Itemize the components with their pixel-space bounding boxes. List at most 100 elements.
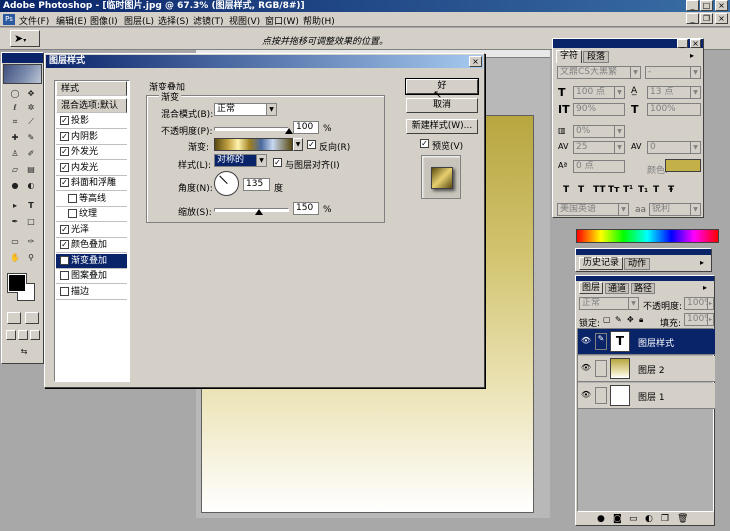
history-brush-icon[interactable]: ✐ <box>26 149 36 159</box>
zoom-tool-icon[interactable]: ⚲ <box>26 253 36 263</box>
panel-menu-icon[interactable]: ▸ <box>690 51 694 60</box>
style-item-4[interactable]: ✓ 斜面和浮雕 <box>56 176 127 191</box>
layer-style-icon[interactable]: ● <box>597 514 605 524</box>
scale-slider[interactable] <box>214 206 289 215</box>
delete-layer-icon[interactable]: 🗑︎ <box>677 514 688 524</box>
doc-restore-button[interactable]: ❐ <box>700 13 713 24</box>
doc-close-button[interactable]: × <box>715 13 728 24</box>
blend-options-item[interactable]: 混合选项:默认 <box>56 98 127 113</box>
opacity-slider-thumb[interactable] <box>285 128 293 134</box>
format-button-2[interactable]: TT <box>593 185 606 195</box>
layer-set-icon[interactable]: ▭ <box>629 514 638 524</box>
menu-filter[interactable]: 滤镜(T) <box>193 14 224 27</box>
layer-row[interactable]: 👁︎ ✎ T 图层样式 <box>578 329 715 355</box>
eyedropper-icon[interactable]: ✑ <box>26 237 36 247</box>
lasso-tool-icon[interactable]: ℓ <box>10 103 20 113</box>
move-tool-icon[interactable]: ✥ <box>26 89 36 99</box>
menu-edit[interactable]: 编辑(E) <box>56 14 87 27</box>
format-button-5[interactable]: T₁ <box>638 185 648 195</box>
check-icon[interactable]: ✓ <box>60 224 69 234</box>
healing-brush-icon[interactable]: ✚ <box>10 133 20 143</box>
toolbox-logo[interactable] <box>3 64 42 84</box>
char-panel-close[interactable]: × <box>690 39 701 48</box>
check-icon[interactable]: ✓ <box>60 255 69 265</box>
hand-tool-icon[interactable]: ✋ <box>10 253 20 263</box>
style-item-3[interactable]: ✓ 内发光 <box>56 161 127 176</box>
layer-fill-input[interactable]: 100% ▸ <box>684 313 714 326</box>
lock-position-icon[interactable]: ✥ <box>627 315 634 324</box>
app-minimize-button[interactable]: _ <box>686 0 699 11</box>
screen-mode-1-button[interactable] <box>6 330 16 340</box>
check-icon[interactable]: ✓ <box>60 116 69 125</box>
style-item-6[interactable]: 纹理 <box>56 207 127 222</box>
scale-slider-thumb[interactable] <box>255 209 263 215</box>
screen-mode-2-button[interactable] <box>18 330 28 340</box>
lock-image-icon[interactable]: ✎ <box>615 315 622 324</box>
blur-tool-icon[interactable]: ● <box>10 181 20 191</box>
brush-tool-icon[interactable]: ✎ <box>26 133 36 143</box>
gradient-picker-button[interactable]: ▼ <box>293 138 303 151</box>
format-button-6[interactable]: T <box>653 185 659 195</box>
tsume-select[interactable]: 0% ▼ <box>573 125 625 138</box>
preview-checkbox[interactable]: ✓ <box>420 139 429 149</box>
style-item-9[interactable]: ✓ 渐变叠加 <box>56 253 127 269</box>
menu-image[interactable]: 图像(I) <box>90 14 118 27</box>
gradient-preview[interactable] <box>214 138 293 151</box>
kerning-select[interactable]: 0 ▼ <box>647 141 701 154</box>
format-button-3[interactable]: Tт <box>608 185 619 195</box>
tab-actions[interactable]: 动作 <box>624 258 650 270</box>
tab-paths[interactable]: 路径 <box>631 283 655 294</box>
tab-paragraph[interactable]: 段落 <box>583 51 609 63</box>
shape-tool-icon[interactable]: □ <box>26 217 36 227</box>
angle-input[interactable]: 135 <box>243 178 270 191</box>
gradient-style-select[interactable]: 对称的 ▼ <box>214 154 267 167</box>
angle-dial[interactable] <box>214 171 239 196</box>
anti-alias-select[interactable]: 锐利 ▼ <box>649 203 701 216</box>
stamp-tool-icon[interactable]: ♙ <box>10 149 20 159</box>
gradient-tool-icon[interactable]: ▤ <box>26 165 36 175</box>
tab-character[interactable]: 字符 <box>556 50 582 63</box>
cancel-button[interactable]: 取消 <box>406 98 478 113</box>
menu-select[interactable]: 选择(S) <box>158 14 189 27</box>
ps-menu-icon[interactable]: Ps <box>3 14 15 25</box>
style-item-11[interactable]: 描边 <box>56 285 127 300</box>
slice-tool-icon[interactable]: ⟋ <box>26 117 36 127</box>
opacity-slider[interactable] <box>214 125 293 134</box>
layer-blend-select[interactable]: 正常 ▼ <box>579 297 639 310</box>
font-family-select[interactable]: 文鼎CS大黑繁 ▼ <box>557 66 641 79</box>
magic-wand-icon[interactable]: ✲ <box>26 103 36 113</box>
app-maximize-button[interactable]: □ <box>700 0 713 11</box>
opacity-input[interactable]: 100 <box>293 121 319 134</box>
jump-to-imageready-icon[interactable]: ⇆ <box>16 347 32 357</box>
style-item-7[interactable]: ✓ 光泽 <box>56 223 127 238</box>
check-icon[interactable]: ✓ <box>60 147 69 156</box>
eye-icon[interactable]: 👁︎ <box>579 390 593 402</box>
quickmask-mode-button[interactable] <box>25 312 39 324</box>
eye-icon[interactable]: 👁︎ <box>579 336 593 348</box>
lock-all-icon[interactable]: 🔒︎ <box>639 315 643 325</box>
language-select[interactable]: 美国英语 ▼ <box>557 203 629 216</box>
format-button-0[interactable]: T <box>563 185 569 195</box>
reverse-checkbox[interactable]: ✓ <box>307 140 316 150</box>
adjustment-layer-icon[interactable]: ◐ <box>645 514 653 524</box>
layers-menu-icon[interactable]: ▸ <box>703 283 707 292</box>
layer-opacity-input[interactable]: 100% ▸ <box>684 297 714 310</box>
checkbox-empty-icon[interactable] <box>68 193 77 203</box>
menu-window[interactable]: 窗口(W) <box>265 14 299 27</box>
font-size-select[interactable]: 100 点 ▼ <box>573 86 625 99</box>
styles-list-header[interactable]: 样式 <box>56 81 127 96</box>
doc-minimize-button[interactable]: _ <box>686 13 699 24</box>
marquee-tool-icon[interactable]: ◯ <box>10 89 20 99</box>
app-close-button[interactable]: × <box>715 0 728 11</box>
history-menu-icon[interactable]: ▸ <box>700 258 704 267</box>
check-icon[interactable]: ✓ <box>60 131 69 141</box>
color-ramp[interactable] <box>576 229 719 243</box>
dialog-close-button[interactable]: × <box>469 56 482 67</box>
foreground-color-swatch-front[interactable] <box>8 274 26 292</box>
dodge-tool-icon[interactable]: ◐ <box>26 181 36 191</box>
align-checkbox[interactable]: ✓ <box>273 158 282 168</box>
new-layer-icon[interactable]: ❐ <box>661 514 669 524</box>
scale-input[interactable]: 150 <box>293 202 319 215</box>
checkbox-empty-icon[interactable] <box>68 209 77 218</box>
lock-transparency-icon[interactable]: ▢ <box>603 315 611 324</box>
